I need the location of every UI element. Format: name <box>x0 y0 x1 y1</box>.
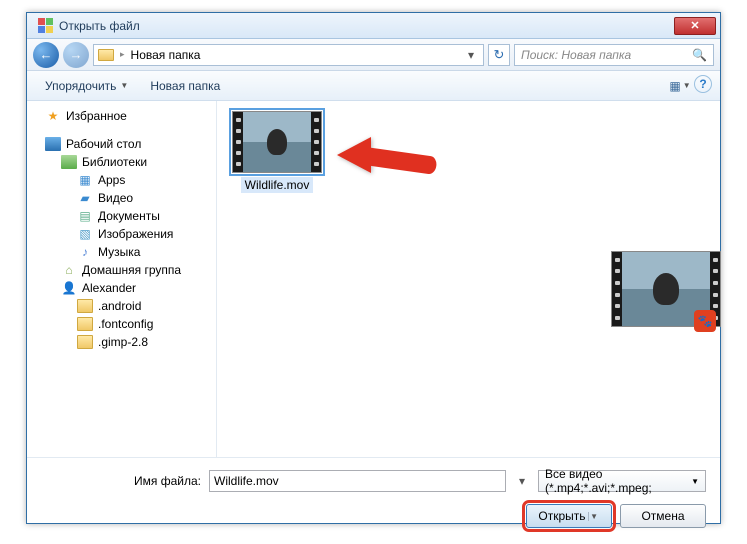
navigation-tree: ★Избранное Рабочий стол Библиотеки ▦Apps… <box>27 101 217 457</box>
tree-apps[interactable]: ▦Apps <box>27 171 216 189</box>
video-thumbnail <box>232 111 322 173</box>
titlebar: Открыть файл ✕ <box>27 13 720 39</box>
dialog-footer: Имя файла: ▾ Все видео (*.mp4;*.avi;*.mp… <box>27 457 720 538</box>
forward-button[interactable]: → <box>63 42 89 68</box>
tree-documents[interactable]: ▤Документы <box>27 207 216 225</box>
back-button[interactable]: ← <box>33 42 59 68</box>
tree-favorites[interactable]: ★Избранное <box>27 107 216 125</box>
toolbar: Упорядочить ▼ Новая папка ▦ ▼ ? <box>27 71 720 101</box>
film-strip-icon <box>233 112 243 172</box>
organize-button[interactable]: Упорядочить ▼ <box>35 75 138 97</box>
folder-icon <box>77 335 93 349</box>
address-dropdown-icon[interactable]: ▾ <box>463 48 479 62</box>
refresh-button[interactable]: ↻ <box>488 44 510 66</box>
file-name: Wildlife.mov <box>241 177 314 193</box>
file-item-wildlife[interactable]: Wildlife.mov <box>227 111 327 193</box>
image-icon: ▧ <box>77 227 93 241</box>
folder-icon <box>77 299 93 313</box>
tree-libraries[interactable]: Библиотеки <box>27 153 216 171</box>
current-location: Новая папка <box>131 48 201 62</box>
preview-thumbnail: 🐾 <box>611 251 721 327</box>
window-title: Открыть файл <box>59 19 674 33</box>
user-icon: 👤 <box>61 281 77 295</box>
open-button[interactable]: Открыть ▼ <box>526 504 612 528</box>
document-icon: ▤ <box>77 209 93 223</box>
app-icon <box>37 18 53 34</box>
filename-input[interactable] <box>209 470 506 492</box>
folder-icon <box>77 317 93 331</box>
libraries-icon <box>61 155 77 169</box>
new-folder-button[interactable]: Новая папка <box>140 75 230 97</box>
path-separator-icon: ▸ <box>120 49 125 60</box>
tree-user[interactable]: 👤Alexander <box>27 279 216 297</box>
search-icon: 🔍 <box>692 48 707 62</box>
file-list[interactable]: Wildlife.mov 🐾 <box>217 101 720 457</box>
tree-homegroup[interactable]: ⌂Домашняя группа <box>27 261 216 279</box>
desktop-icon <box>45 137 61 151</box>
video-icon: ▰ <box>77 191 93 205</box>
app-badge-icon: 🐾 <box>694 310 716 332</box>
close-button[interactable]: ✕ <box>674 17 716 35</box>
chevron-down-icon: ▼ <box>691 477 699 486</box>
homegroup-icon: ⌂ <box>61 263 77 277</box>
tree-images[interactable]: ▧Изображения <box>27 225 216 243</box>
dialog-body: ★Избранное Рабочий стол Библиотеки ▦Apps… <box>27 101 720 457</box>
music-icon: ♪ <box>77 245 93 259</box>
tree-folder-gimp[interactable]: .gimp-2.8 <box>27 333 216 351</box>
tree-folder-fontconfig[interactable]: .fontconfig <box>27 315 216 333</box>
tree-desktop[interactable]: Рабочий стол <box>27 135 216 153</box>
filename-dropdown-icon[interactable]: ▾ <box>514 474 530 488</box>
file-type-filter[interactable]: Все видео (*.mp4;*.avi;*.mpeg; ▼ <box>538 470 706 492</box>
open-file-dialog: Открыть файл ✕ ← → ▸ Новая папка ▾ ↻ Пои… <box>26 12 721 524</box>
tree-music[interactable]: ♪Музыка <box>27 243 216 261</box>
apps-icon: ▦ <box>77 173 93 187</box>
film-strip-icon <box>311 112 321 172</box>
cancel-button[interactable]: Отмена <box>620 504 706 528</box>
tree-folder-android[interactable]: .android <box>27 297 216 315</box>
open-split-icon[interactable]: ▼ <box>588 512 600 521</box>
view-mode-button[interactable]: ▦ ▼ <box>668 75 692 97</box>
folder-icon <box>98 49 114 61</box>
tree-video[interactable]: ▰Видео <box>27 189 216 207</box>
navigation-bar: ← → ▸ Новая папка ▾ ↻ Поиск: Новая папка… <box>27 39 720 71</box>
address-bar[interactable]: ▸ Новая папка ▾ <box>93 44 484 66</box>
chevron-down-icon: ▼ <box>120 81 128 90</box>
search-input[interactable]: Поиск: Новая папка 🔍 <box>514 44 714 66</box>
filename-label: Имя файла: <box>41 474 201 488</box>
chevron-down-icon: ▼ <box>683 81 691 90</box>
star-icon: ★ <box>45 109 61 123</box>
search-placeholder: Поиск: Новая папка <box>521 48 631 62</box>
help-button[interactable]: ? <box>694 75 712 93</box>
